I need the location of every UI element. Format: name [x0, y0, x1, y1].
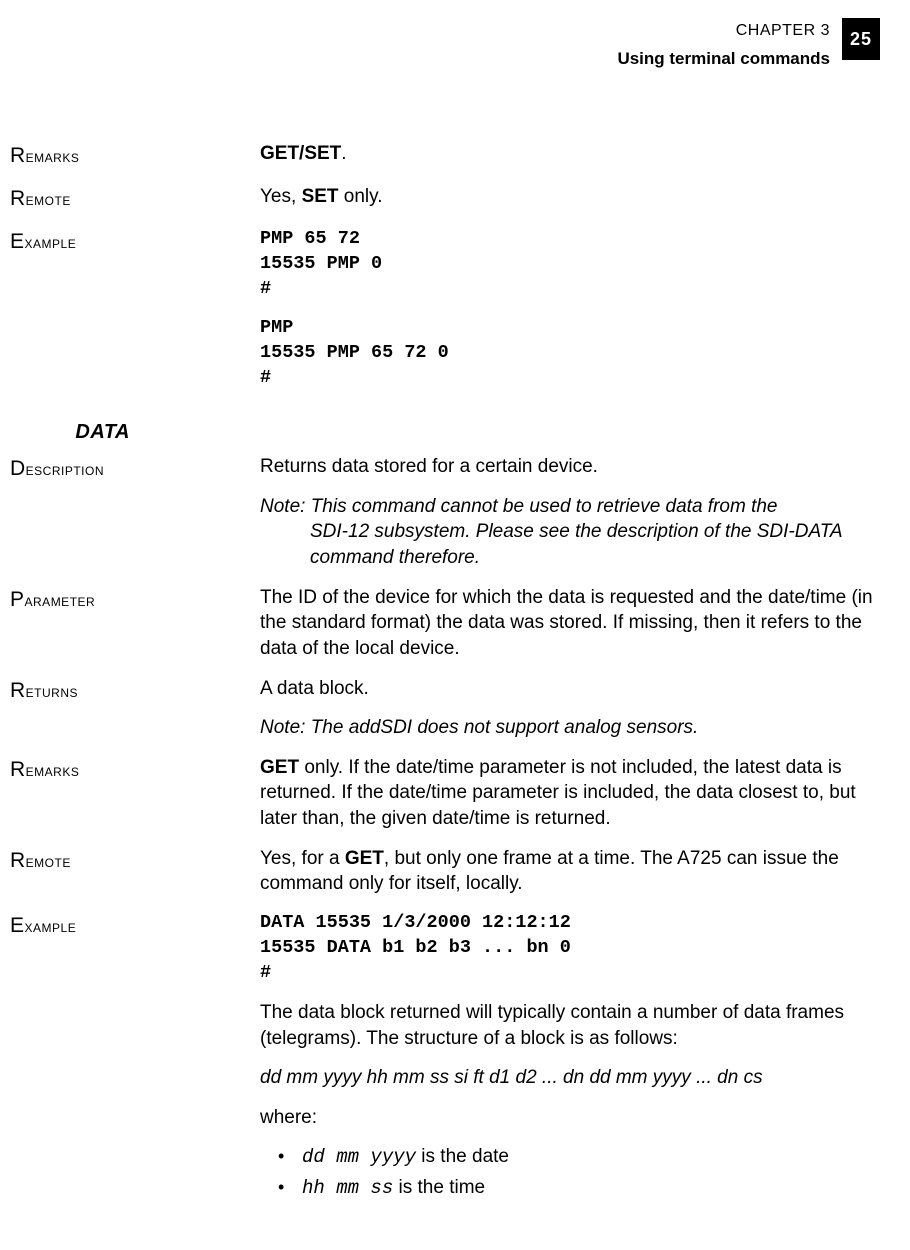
header-text: CHAPTER 3 Using terminal commands: [617, 18, 842, 71]
bullet-time-code: hh mm ss: [302, 1177, 393, 1199]
example-block-2: PMP 15535 PMP 65 72 0 #: [260, 316, 880, 391]
remote-data-get: GET: [345, 848, 384, 869]
bullet-date-code: dd mm yyyy: [302, 1146, 416, 1168]
row-returns: Returns A data block. Note: The addSDI d…: [10, 676, 880, 741]
row-remote-data: Remote Yes, for a GET, but only one fram…: [10, 846, 880, 897]
returns-note: Note: The addSDI does not support analog…: [260, 715, 880, 741]
returns-text: A data block.: [260, 676, 880, 702]
value-remarks: GET/SET.: [260, 141, 880, 167]
bullet-date-text: is the date: [416, 1146, 509, 1167]
content: Remarks GET/SET. Remote Yes, SET only. E…: [10, 141, 880, 1206]
page-number: 25: [842, 18, 880, 60]
row-remarks-data: Remarks GET only. If the date/time param…: [10, 755, 880, 832]
label-remarks: Remarks: [10, 141, 260, 170]
label-parameter: Parameter: [10, 585, 260, 614]
remarks-get: GET: [260, 757, 299, 778]
chapter-label: CHAPTER 3: [617, 20, 830, 42]
label-remote-data: Remote: [10, 846, 260, 875]
description-note: Note: This command cannot be used to ret…: [260, 494, 880, 571]
example-data-block: DATA 15535 1/3/2000 12:12:12 15535 DATA …: [260, 911, 880, 986]
value-remote: Yes, SET only.: [260, 184, 880, 210]
spacer: [260, 302, 880, 316]
remote-data-prefix: Yes, for a: [260, 848, 345, 869]
remote-prefix: Yes,: [260, 186, 302, 207]
row-example-data: Example DATA 15535 1/3/2000 12:12:12 155…: [10, 911, 880, 1206]
value-example: PMP 65 72 15535 PMP 0 # PMP 15535 PMP 65…: [260, 227, 880, 391]
example-explain: The data block returned will typically c…: [260, 1000, 880, 1051]
value-description: Returns data stored for a certain device…: [260, 454, 880, 571]
description-text: Returns data stored for a certain device…: [260, 454, 880, 480]
value-remarks-data: GET only. If the date/time parameter is …: [260, 755, 880, 832]
label-returns: Returns: [10, 676, 260, 705]
row-parameter: Parameter The ID of the device for which…: [10, 585, 880, 662]
label-example-data: Example: [10, 911, 260, 940]
remote-suffix: only.: [339, 186, 383, 207]
row-example-top: Example PMP 65 72 15535 PMP 0 # PMP 1553…: [10, 227, 880, 391]
note-first-line: This command cannot be used to retrieve …: [311, 496, 778, 517]
remote-data-text: Yes, for a GET, but only one frame at a …: [260, 846, 880, 897]
label-example: Example: [10, 227, 260, 256]
remarks-data-text: GET only. If the date/time parameter is …: [260, 755, 880, 832]
row-description: Description Returns data stored for a ce…: [10, 454, 880, 571]
section-heading-data: DATA: [10, 419, 130, 446]
example-where: where:: [260, 1105, 880, 1131]
remarks-rest: only. If the date/time parameter is not …: [260, 757, 856, 829]
example-block-1: PMP 65 72 15535 PMP 0 #: [260, 227, 880, 302]
note-lead: Note:: [260, 496, 311, 517]
value-parameter: The ID of the device for which the data …: [260, 585, 880, 662]
bullet-time: hh mm ss is the time: [278, 1175, 880, 1202]
label-description: Description: [10, 454, 260, 483]
row-remarks-top: Remarks GET/SET.: [10, 141, 880, 170]
parameter-text: The ID of the device for which the data …: [260, 585, 880, 662]
page: CHAPTER 3 Using terminal commands 25 Rem…: [0, 0, 910, 1250]
example-format: dd mm yyyy hh mm ss si ft d1 d2 ... dn d…: [260, 1065, 880, 1091]
chapter-subtitle: Using terminal commands: [617, 48, 830, 71]
remarks-suffix: .: [341, 143, 346, 164]
value-example-data: DATA 15535 1/3/2000 12:12:12 15535 DATA …: [260, 911, 880, 1206]
value-remote-data: Yes, for a GET, but only one frame at a …: [260, 846, 880, 897]
example-bullets: dd mm yyyy is the date hh mm ss is the t…: [260, 1144, 880, 1201]
row-remote-top: Remote Yes, SET only.: [10, 184, 880, 213]
value-returns: A data block. Note: The addSDI does not …: [260, 676, 880, 741]
bullet-date: dd mm yyyy is the date: [278, 1144, 880, 1171]
remote-set: SET: [302, 186, 339, 207]
label-remote: Remote: [10, 184, 260, 213]
remarks-getset: GET/SET: [260, 143, 341, 164]
label-remarks-data: Remarks: [10, 755, 260, 784]
page-header: CHAPTER 3 Using terminal commands 25: [10, 18, 880, 71]
note-rest: SDI-12 subsystem. Please see the descrip…: [260, 519, 880, 570]
